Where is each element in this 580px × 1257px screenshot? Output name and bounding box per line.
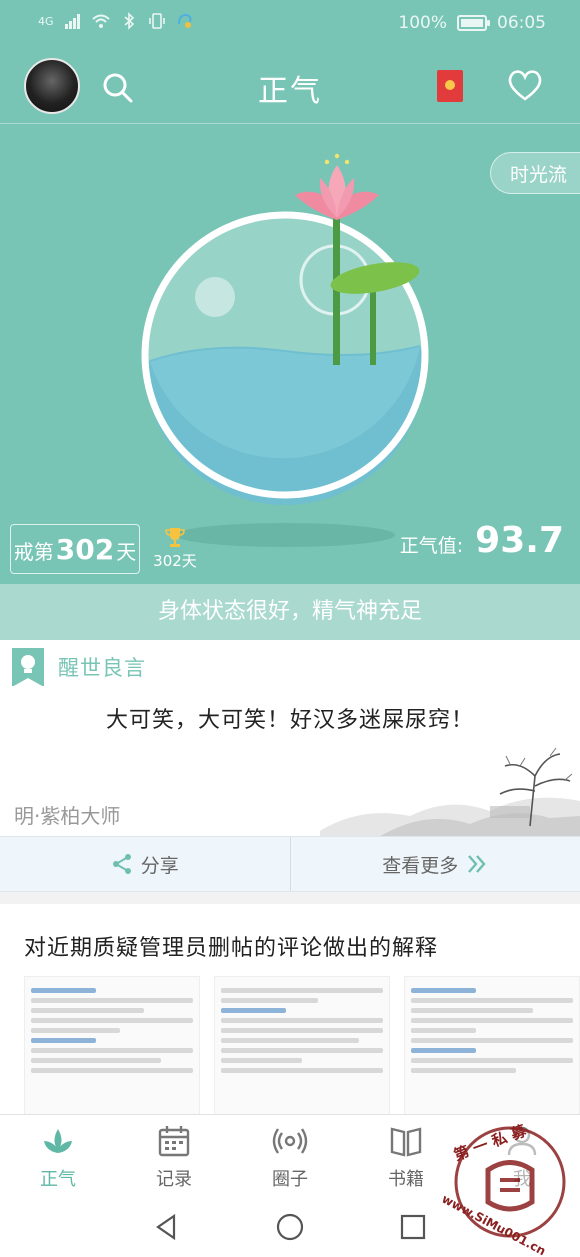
ink-landscape-illustration — [320, 747, 580, 836]
lotus-icon — [44, 1129, 72, 1153]
battery-icon — [457, 15, 490, 31]
book-icon — [390, 1127, 422, 1157]
tab-label: 记录 — [156, 1169, 192, 1190]
status-left: 4G — [38, 12, 194, 30]
post-card[interactable]: 对近期质疑管理员删帖的评论做出的解释 — [0, 904, 580, 1114]
tab-record[interactable]: 记录 — [116, 1115, 232, 1200]
tab-label: 圈子 — [272, 1169, 308, 1190]
back-icon[interactable] — [152, 1212, 182, 1242]
trophy-days: 302天 — [153, 552, 197, 570]
home-icon[interactable] — [275, 1212, 305, 1242]
battery-percent: 100% — [398, 13, 447, 33]
quote-author: 明·紫柏大师 — [14, 804, 121, 828]
vibrate-icon — [148, 13, 165, 29]
status-bar: 4G 100% 06:05 — [0, 0, 580, 48]
calendar-icon — [158, 1126, 190, 1157]
bluetooth-icon — [124, 12, 134, 30]
clock: 06:05 — [497, 13, 546, 33]
view-more-label: 查看更多 — [382, 854, 459, 877]
recent-apps-icon[interactable] — [398, 1212, 428, 1242]
trophy-icon — [165, 528, 185, 547]
zhengqi-label: 正气值: — [399, 535, 464, 557]
app-notification-icon — [177, 13, 192, 28]
post-thumbnail-2[interactable] — [214, 976, 390, 1114]
tab-label: 正气 — [40, 1169, 76, 1190]
network-label: 4G — [38, 14, 54, 28]
post-thumbnail-1[interactable] — [24, 976, 200, 1114]
post-thumbnail-3[interactable] — [404, 976, 580, 1114]
quote-text: 大可笑，大可笑！好汉多迷屎尿窍！ — [105, 708, 474, 733]
tab-circle[interactable]: 圈子 — [232, 1115, 348, 1200]
post-title[interactable]: 对近期质疑管理员删帖的评论做出的解释 — [24, 930, 438, 962]
post-thumbnails — [24, 976, 580, 1114]
double-chevron-right-icon — [468, 855, 486, 873]
top-bar: 正气 — [0, 48, 580, 124]
share-icon — [112, 854, 131, 874]
trophy-record[interactable]: 302天 — [150, 526, 200, 571]
body-status-banner: 身体状态很好，精气神充足 — [0, 584, 580, 640]
quit-prefix: 戒第 — [13, 540, 54, 564]
share-label: 分享 — [140, 854, 179, 877]
red-packet-icon[interactable] — [437, 70, 463, 102]
quote-actions: 分享 查看更多 — [0, 836, 580, 892]
heart-icon[interactable] — [506, 68, 544, 102]
signal-icon — [64, 14, 80, 29]
broadcast-icon — [272, 1128, 308, 1154]
tab-label: 书籍 — [388, 1169, 424, 1190]
zhengqi-value: 正气值: 93.7 — [400, 520, 564, 561]
lotus-bowl-illustration — [141, 153, 429, 547]
timeflow-button[interactable]: 时光流 — [490, 152, 580, 194]
quote-card-title: 醒世良言 — [58, 656, 146, 680]
page-title: 正气 — [258, 74, 322, 109]
bulb-bookmark-icon — [12, 648, 44, 687]
quit-days-counter[interactable]: 戒第 302 天 — [10, 524, 140, 574]
view-more-button[interactable]: 查看更多 — [289, 837, 580, 891]
zhengqi-number: 93.7 — [475, 520, 564, 561]
status-right: 100% 06:05 — [398, 13, 546, 33]
quit-suffix: 天 — [116, 540, 137, 564]
quit-days-number: 302 — [55, 533, 115, 566]
tab-zhengqi[interactable]: 正气 — [0, 1115, 116, 1200]
share-button[interactable]: 分享 — [0, 837, 290, 891]
wifi-icon — [91, 14, 110, 28]
hero-panel: 4G 100% 06:05 正气 时光流 戒第 302 天 302天 正气值: … — [0, 0, 580, 640]
quote-card: 醒世良言 大可笑，大可笑！好汉多迷屎尿窍！ 明·紫柏大师 — [0, 640, 580, 836]
